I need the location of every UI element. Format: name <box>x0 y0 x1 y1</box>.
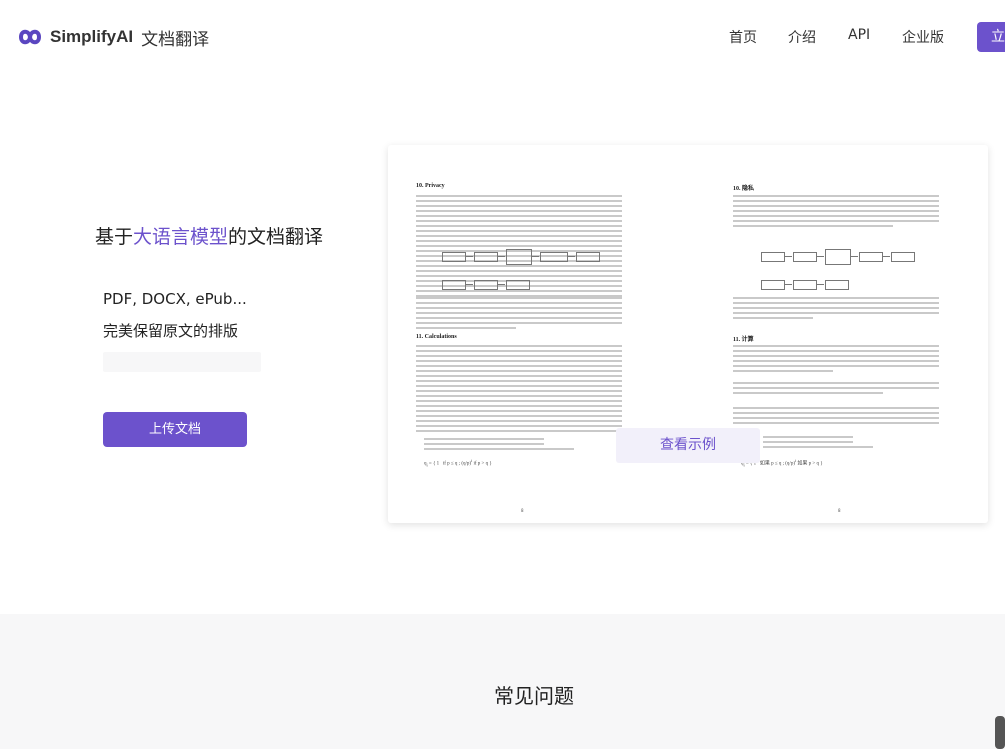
faq-title: 常见问题 <box>494 684 574 708</box>
preview-page-translated: 10. 隐私 11. 计算 qi = {1 如果 p ≤ q ; (q/p)i… <box>688 145 988 523</box>
preview-page-number-left: 8 <box>521 508 524 513</box>
nav-intro[interactable]: 介绍 <box>788 27 816 47</box>
view-example-button[interactable]: 查看示例 <box>616 428 760 463</box>
document-preview: 10. Privacy 11. Calculations qi = {1 if… <box>388 145 988 523</box>
hero-title: 基于大语言模型的文档翻译 <box>95 222 323 249</box>
preview-page-original: 10. Privacy 11. Calculations qi = {1 if… <box>388 145 688 523</box>
upload-button[interactable]: 上传文档 <box>103 412 247 447</box>
preview-heading-privacy: 10. Privacy <box>416 183 445 189</box>
preview-page-number-right: 8 <box>838 508 841 513</box>
brand-name: SimplifyAI <box>50 27 134 46</box>
nav-home[interactable]: 首页 <box>729 27 757 47</box>
preview-heading-calculations: 11. Calculations <box>416 334 457 340</box>
preview-heading-privacy-zh: 10. 隐私 <box>733 186 755 192</box>
logo-icon <box>18 29 42 45</box>
feature-layout: 完美保留原文的排版 <box>103 322 239 340</box>
hero-title-suffix: 的文档翻译 <box>228 226 324 248</box>
scroll-handle[interactable] <box>995 716 1005 749</box>
nav-api[interactable]: API <box>848 27 870 43</box>
brand-subtitle: 文档翻译 <box>141 29 210 50</box>
nav-enterprise[interactable]: 企业版 <box>902 27 944 47</box>
hero-title-prefix: 基于 <box>95 226 134 248</box>
hero-title-highlight: 大语言模型 <box>133 226 229 248</box>
logo[interactable]: SimplifyAI 文档翻译 <box>15 24 209 50</box>
header: SimplifyAI 文档翻译 首页 介绍 API 企业版 立 <box>0 0 1005 75</box>
feature-placeholder <box>103 352 261 372</box>
preview-heading-calculations-zh: 11. 计算 <box>733 337 754 343</box>
feature-formats: PDF, DOCX, ePub... <box>103 290 247 308</box>
cta-button[interactable]: 立 <box>977 22 1005 52</box>
